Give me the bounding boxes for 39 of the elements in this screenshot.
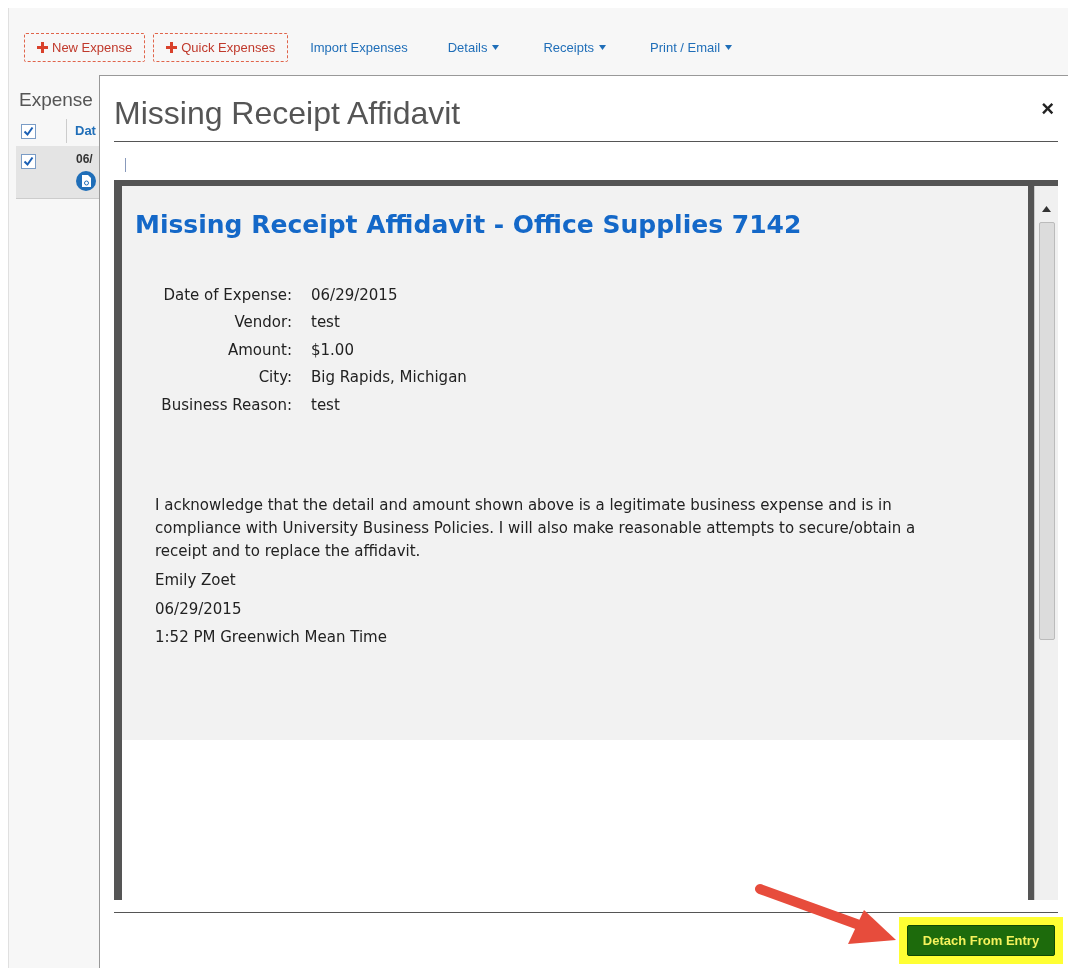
dialog-title: Missing Receipt Affidavit (114, 93, 461, 133)
plus-icon (166, 42, 178, 53)
statement-text: I acknowledge that the detail and amount shown above is a legitimate business expense and is in compliance with University Business Policies. I will also make reasonable attempts to secure/obtain a receipt and to replace the affidavit. (155, 495, 917, 562)
field-value: test (311, 312, 341, 333)
date-text: 06/ (76, 151, 93, 168)
signature-line: 1:52 PM Greenwich Mean Time (155, 627, 388, 648)
field-label: Business Reason: (160, 394, 292, 416)
detach-button[interactable]: Detach From Entry (907, 925, 1055, 956)
menu-button[interactable]: Details (429, 33, 518, 62)
field-value: test (311, 394, 341, 416)
table-row[interactable]: 06/ (16, 146, 99, 198)
add-button[interactable]: Quick Expenses (153, 33, 289, 62)
toolbar-link[interactable]: Import Expenses (296, 33, 422, 62)
menu-button[interactable]: Receipts (525, 33, 625, 62)
field-label: Vendor: (233, 312, 292, 333)
add-button[interactable]: New Expense (24, 33, 146, 62)
caret-icon (725, 45, 733, 50)
scrollbar[interactable] (1034, 186, 1058, 900)
scroll-up-icon[interactable] (1042, 206, 1051, 212)
text-cursor (125, 158, 126, 172)
column-header[interactable]: Dat (75, 121, 96, 141)
field-value: $1.00 (311, 339, 355, 361)
signature-line: Emily Zoet (155, 570, 237, 591)
document-heading: Missing Receipt Affidavit - Office Supplies 7142 (135, 209, 803, 241)
signature-line: 06/29/2015 (155, 598, 243, 620)
checkbox[interactable] (21, 154, 36, 169)
receipt-icon (76, 171, 96, 191)
caret-icon (492, 45, 500, 50)
caret-icon (599, 45, 607, 50)
menu-button[interactable]: Print / Email (632, 33, 751, 62)
field-value: Big Rapids, Michigan (311, 367, 467, 388)
plus-icon (37, 42, 48, 53)
field-label: Date of Expense: (162, 284, 292, 306)
field-label: Amount: (227, 339, 292, 361)
scrollbar-thumb[interactable] (1038, 222, 1055, 640)
field-label: City: (257, 367, 292, 388)
close-button[interactable]: × (1037, 92, 1058, 125)
field-value: 06/29/2015 (311, 284, 399, 306)
section-title: Expense (18, 88, 94, 112)
